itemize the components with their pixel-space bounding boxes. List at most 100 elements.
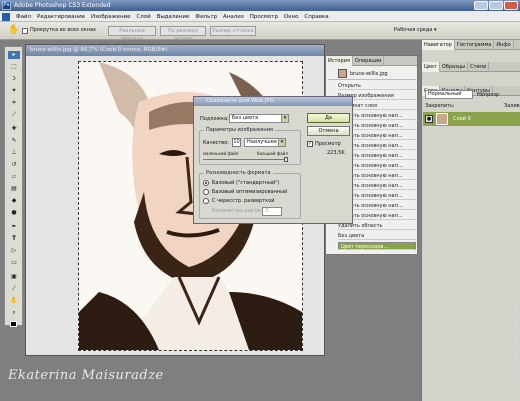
tab-history[interactable]: История [326, 56, 353, 66]
hand-tool-icon[interactable]: ✋ [8, 297, 20, 305]
blur-tool-icon[interactable]: ◆ [8, 197, 20, 205]
menu-help[interactable]: Справка [302, 14, 330, 20]
tab-swatches[interactable]: Образцы [440, 62, 469, 72]
quality-select[interactable]: Наилучшее ▾ [244, 138, 286, 147]
tab-styles[interactable]: Стили [468, 62, 490, 72]
move-tool-icon[interactable]: ▸ [8, 51, 20, 59]
quality-slider-track[interactable] [203, 159, 287, 160]
eyedropper-icon[interactable]: ⁄ [8, 285, 20, 293]
minimize-button[interactable] [474, 1, 488, 10]
quality-value: Наилучшее [247, 139, 277, 145]
maximize-button[interactable] [489, 1, 503, 10]
large-file-label: большой файл [257, 151, 288, 156]
notes-tool-icon[interactable]: ▣ [8, 273, 20, 281]
preview-label: Просмотр [315, 141, 341, 147]
cancel-button[interactable]: Отмена [307, 126, 350, 136]
format-optimized-radio[interactable] [203, 189, 209, 195]
tab-actions[interactable]: Операции [353, 56, 385, 66]
menu-analysis[interactable]: Анализ [221, 14, 246, 20]
title-bar: Ps Adobe Photoshop CS3 Extended [0, 0, 520, 11]
menu-file[interactable]: Файл [14, 14, 33, 20]
scans-label: Количество шагов: [212, 208, 263, 214]
fit-screen-button[interactable]: По размеру экрана [160, 26, 206, 42]
fill-label: Залив [504, 103, 520, 109]
magic-wand-icon[interactable]: ✦ [8, 87, 20, 95]
small-file-label: маленький файл [203, 151, 239, 156]
history-step[interactable]: Без цвета [338, 232, 416, 240]
clone-stamp-icon[interactable]: ⊥ [8, 149, 20, 157]
ok-button[interactable]: Да [307, 113, 350, 123]
eye-icon[interactable]: ● [425, 115, 433, 123]
actual-pixels-button[interactable]: Реальные пикселы [108, 26, 156, 42]
layer-name: Слой 0 [453, 116, 471, 122]
navigator-tabs: Навигатор Гистограмма Инфо [422, 40, 520, 50]
ps-menu-icon[interactable] [2, 12, 10, 21]
scans-select[interactable]: 3 [262, 207, 282, 216]
hand-tool-icon[interactable]: ✋ [8, 25, 19, 35]
opacity-label: Непрозр [477, 92, 500, 98]
format-options-label: Разновидность формата [204, 170, 273, 176]
format-progressive-label: С чересстр. разверткой [212, 198, 275, 204]
history-snapshot[interactable]: bruce-willis.jpg [328, 68, 416, 80]
lasso-tool-icon[interactable]: ↄ [8, 75, 20, 83]
menu-image[interactable]: Изображение [89, 14, 133, 20]
window-title: Adobe Photoshop CS3 Extended [14, 2, 111, 9]
menu-layer[interactable]: Слой [134, 14, 152, 20]
gradient-tool-icon[interactable]: ▤ [8, 185, 20, 193]
matte-select[interactable]: Без цвета ▾ [229, 114, 289, 123]
healing-brush-icon[interactable]: ✚ [8, 125, 20, 133]
marquee-tool-icon[interactable]: ⬚ [8, 63, 20, 71]
scroll-all-checkbox[interactable] [22, 28, 28, 34]
tab-navigator[interactable]: Навигатор [422, 40, 455, 50]
brush-tool-icon[interactable]: ✎ [8, 137, 20, 145]
photoshop-logo-icon: Ps [2, 1, 11, 10]
blend-mode-select[interactable]: Нормальный [425, 90, 473, 99]
tab-info[interactable]: Инфо [494, 40, 514, 50]
print-size-button[interactable]: Размер оттиска [210, 26, 256, 36]
history-step[interactable]: Цвет переходов... [338, 242, 416, 250]
shape-tool-icon[interactable]: ▭ [8, 259, 20, 267]
scroll-all-label: Прокрутка во всех окнах [30, 27, 97, 33]
toolbox: ▸ ⬚ ↄ ✦ ⌗ ⟋ ✚ ✎ ⊥ ↺ ▱ ▤ ◆ ● ✒ T ▷ ▭ ▣ ⁄ … [4, 46, 23, 327]
history-step[interactable]: Открыть [338, 82, 416, 90]
slice-tool-icon[interactable]: ⟋ [8, 111, 20, 119]
quality-slider-thumb[interactable] [284, 157, 288, 162]
site-watermark: © Страна Мастеров [498, 260, 520, 400]
close-button[interactable] [504, 1, 518, 10]
workspace-menu[interactable]: Рабочая среда ▾ [394, 27, 436, 33]
type-tool-icon[interactable]: T [8, 235, 20, 243]
photoshop-window: Ps Adobe Photoshop CS3 Extended Файл Ред… [0, 0, 520, 401]
quality-number[interactable]: 10 [232, 138, 241, 147]
menu-edit[interactable]: Редактирование [35, 14, 87, 20]
menu-filter[interactable]: Фильтр [193, 14, 219, 20]
format-progressive-radio[interactable] [203, 198, 209, 204]
blend-mode-value: Нормальный [428, 91, 462, 97]
crop-tool-icon[interactable]: ⌗ [8, 99, 20, 107]
snapshot-name: bruce-willis.jpg [350, 71, 388, 77]
file-size: 223,5K [327, 150, 345, 156]
image-options-label: Параметры изображения [204, 127, 275, 133]
path-selection-icon[interactable]: ▷ [8, 247, 20, 255]
foreground-color-swatch[interactable] [10, 321, 17, 327]
document-title: bruce-willis.jpg @ 66,7% (Слой 0 копия, … [30, 47, 168, 53]
document-title-bar: bruce-willis.jpg @ 66,7% (Слой 0 копия, … [26, 45, 324, 56]
tab-color[interactable]: Цвет [422, 62, 440, 72]
pen-tool-icon[interactable]: ✒ [8, 223, 20, 231]
dodge-tool-icon[interactable]: ● [8, 209, 20, 217]
chevron-down-icon: ▾ [278, 139, 285, 146]
layer-row[interactable]: ● Слой 0 [423, 112, 520, 126]
format-baseline-radio[interactable] [203, 180, 209, 186]
history-brush-icon[interactable]: ↺ [8, 161, 20, 169]
menu-select[interactable]: Выделение [155, 14, 192, 20]
dialog-title: Сохранить для Web.JPG [206, 98, 275, 104]
author-watermark: Ekaterina Maisuradze [8, 368, 164, 383]
format-options-group: Разновидность формата Базовый ("стандарт… [199, 170, 301, 219]
menu-window[interactable]: Окно [282, 14, 301, 20]
preview-checkbox[interactable]: ✓ [307, 141, 313, 147]
save-for-web-dialog: Сохранить для Web.JPG Подложка: Без цвет… [193, 96, 353, 224]
tab-histogram[interactable]: Гистограмма [455, 40, 495, 50]
menu-view[interactable]: Просмотр [248, 14, 280, 20]
format-optimized-label: Базовый оптимизированный [212, 189, 288, 195]
zoom-tool-icon[interactable]: ⌕ [8, 309, 20, 317]
eraser-tool-icon[interactable]: ▱ [8, 173, 20, 181]
